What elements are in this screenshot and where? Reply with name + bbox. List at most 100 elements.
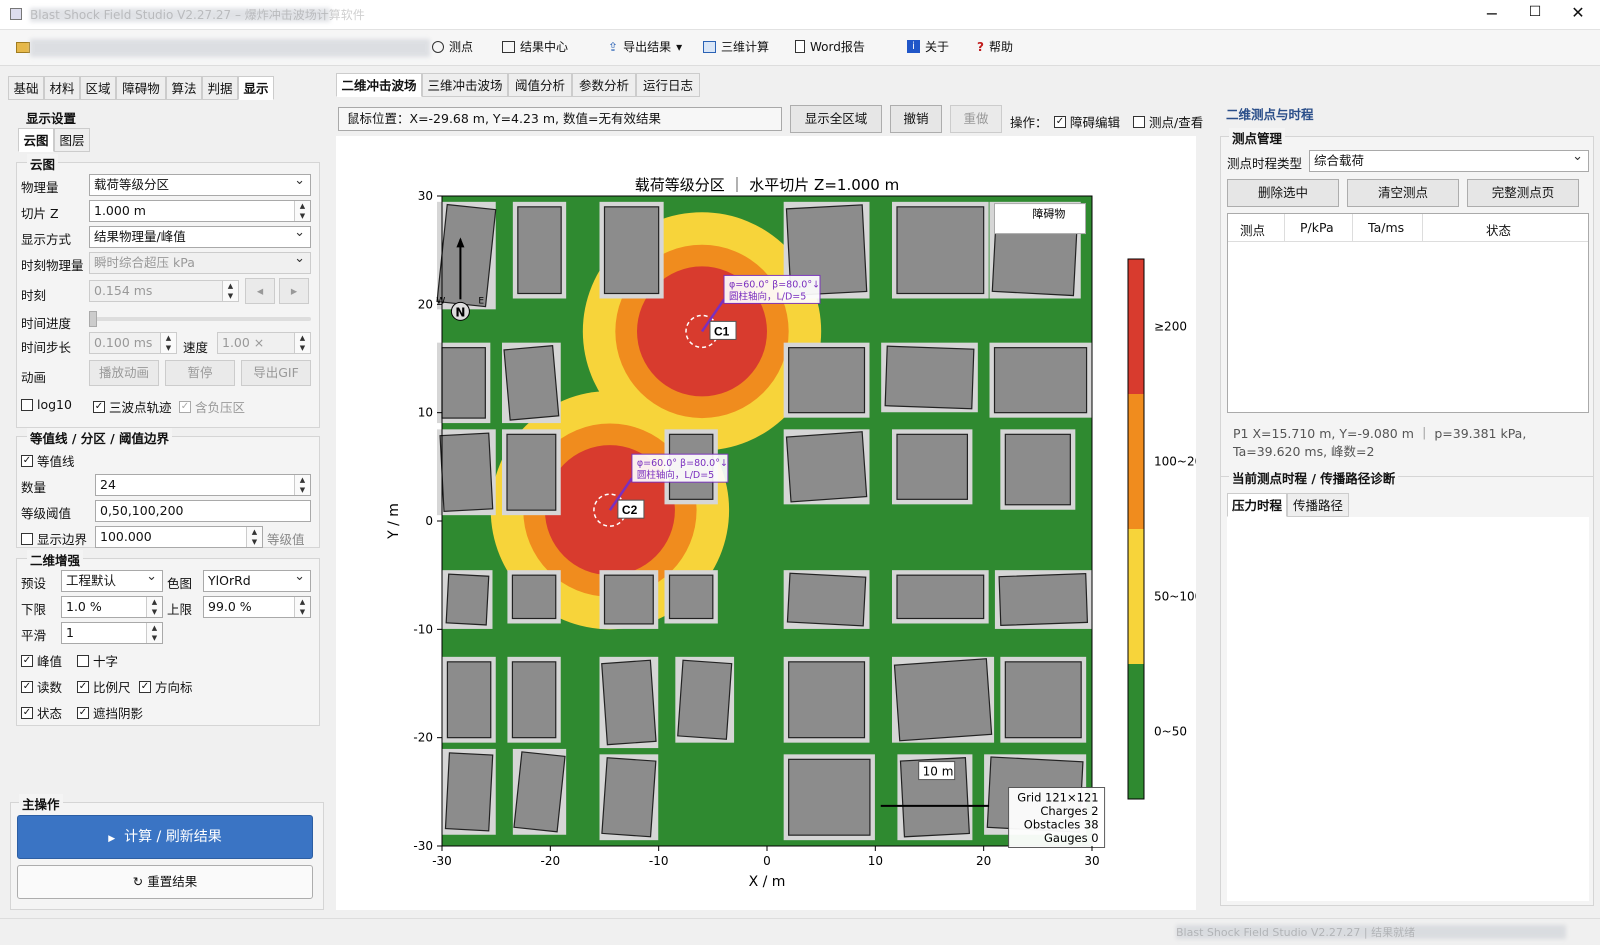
upper-input[interactable]: 99.0 % ▲ ▼: [203, 596, 311, 618]
close-button[interactable]: ✕: [1566, 3, 1590, 25]
lower-spinner[interactable]: ▲ ▼: [146, 597, 162, 617]
time-input[interactable]: 0.154 ms ▲ ▼: [89, 280, 239, 302]
upper-spinner[interactable]: ▲ ▼: [294, 597, 310, 617]
delete-selected-button[interactable]: 删除选中: [1227, 179, 1339, 207]
obstacle-14: [785, 431, 868, 503]
time-progress-slider[interactable]: [89, 311, 311, 327]
preset-select[interactable]: 工程默认: [61, 570, 163, 592]
next-frame-button[interactable]: ▸: [279, 278, 309, 304]
subtab-layers[interactable]: 图层: [54, 128, 90, 152]
reading-checkbox[interactable]: ✓ 读数: [21, 677, 62, 696]
contour-checkbox[interactable]: ✓ 等值线: [21, 451, 75, 470]
slice-label: 切片 Z: [21, 206, 59, 221]
shadow-checkbox[interactable]: ✓ 遮挡阴影: [77, 703, 143, 722]
toolbar-export-button[interactable]: ⇪ 导出结果 ▾: [608, 38, 682, 55]
step-spinner[interactable]: ▲ ▼: [160, 333, 176, 353]
gauge-table[interactable]: 测点 P/kPa Ta/ms 状态: [1227, 213, 1589, 413]
left-tab-0[interactable]: 基础: [8, 76, 44, 100]
y-axis-label: Y / m: [386, 503, 402, 540]
center-tab-0[interactable]: 二维冲击波场: [336, 73, 422, 97]
reset-button[interactable]: ↻ 重置结果: [17, 865, 313, 899]
toolbar-results-button[interactable]: 结果中心: [502, 38, 568, 55]
colorbar-label-3: 0~50: [1154, 725, 1187, 739]
play-animation-button[interactable]: 播放动画: [89, 360, 159, 386]
time-spinner[interactable]: ▲ ▼: [222, 281, 238, 301]
negative-checkbox[interactable]: ✓ 含负压区: [179, 397, 245, 416]
obstacle-27: [677, 659, 733, 740]
gauge-type-select[interactable]: 综合载荷: [1309, 150, 1589, 172]
x-tick-label-6: 30: [1084, 854, 1099, 868]
col-status[interactable]: 状态: [1486, 220, 1511, 239]
col-pressure[interactable]: P/kPa: [1300, 220, 1334, 235]
time-physics-select[interactable]: 瞬时综合超压 kPa: [89, 252, 311, 274]
toolbar-3d-button[interactable]: 三维计算: [703, 38, 769, 55]
toolbar-help-button[interactable]: ? 帮助: [977, 38, 1013, 55]
status-checkbox[interactable]: ✓ 状态: [21, 703, 62, 722]
count-spinner[interactable]: ▲ ▼: [294, 475, 310, 495]
export-gif-button[interactable]: 导出GIF: [241, 360, 311, 386]
log10-checkbox[interactable]: log10: [21, 397, 72, 412]
left-tab-2[interactable]: 区域: [80, 76, 116, 100]
compute-button[interactable]: ▶ 计算 / 刷新结果: [17, 815, 313, 859]
show-all-button[interactable]: 显示全区域: [790, 105, 882, 133]
lower-input[interactable]: 1.0 % ▲ ▼: [61, 596, 163, 618]
contour-group: 等值线 / 分区 / 阈值边界 ✓ 等值线 数量 24 ▲ ▼ 等级阈值 0,50,1…: [16, 428, 320, 548]
trail-checkbox[interactable]: ✓ 三波点轨迹: [93, 397, 172, 416]
obstacle-edit-checkbox[interactable]: ✓ 障碍编辑: [1054, 112, 1120, 131]
main-ops-group: 主操作 ▶ 计算 / 刷新结果 ↻ 重置结果: [10, 794, 324, 910]
peak-checkbox[interactable]: ✓ 峰值: [21, 651, 62, 670]
slider-handle[interactable]: [89, 311, 97, 327]
smooth-input[interactable]: 1 ▲ ▼: [61, 622, 163, 644]
step-input[interactable]: 0.100 ms ▲ ▼: [89, 332, 177, 354]
left-tab-4[interactable]: 算法: [166, 76, 202, 100]
maximize-button[interactable]: ☐: [1523, 4, 1547, 26]
threshold-input[interactable]: 0,50,100,200: [95, 500, 311, 522]
slice-z-input[interactable]: 1.000 m ▲ ▼: [89, 200, 311, 222]
center-tab-2[interactable]: 阈值分析: [508, 73, 572, 97]
left-tab-1[interactable]: 材料: [44, 76, 80, 100]
redo-button[interactable]: 重做: [950, 105, 1002, 133]
contour-count-input[interactable]: 24 ▲ ▼: [95, 474, 311, 496]
toolbar-gauge-button[interactable]: 测点: [432, 38, 473, 55]
center-tab-1[interactable]: 三维冲击波场: [422, 73, 508, 97]
obstacle-1: [517, 206, 562, 295]
clear-gauges-button[interactable]: 清空测点: [1347, 179, 1459, 207]
show-border-checkbox[interactable]: 显示边界: [21, 529, 87, 548]
left-tab-6[interactable]: 显示: [238, 76, 274, 100]
full-gauge-page-button[interactable]: 完整测点页: [1467, 179, 1579, 207]
undo-button[interactable]: 撤销: [890, 105, 942, 133]
tab-propagation-path[interactable]: 传播路径: [1287, 493, 1349, 517]
smooth-spinner[interactable]: ▲ ▼: [146, 623, 162, 643]
toolbar-word-button[interactable]: Word报告: [795, 38, 865, 55]
gauge-view-checkbox[interactable]: 测点/查看: [1133, 112, 1203, 131]
obstacle-18: [511, 574, 557, 620]
left-tab-5[interactable]: 判据: [202, 76, 238, 100]
col-arrival[interactable]: Ta/ms: [1368, 220, 1404, 235]
heatmap-chart[interactable]: C1φ=60.0° β=80.0°↓圆柱轴向，L/D=5C2φ=60.0° β=…: [336, 136, 1221, 910]
pause-button[interactable]: 暂停: [165, 360, 235, 386]
mode-select[interactable]: 结果物理量/峰值: [89, 226, 311, 248]
cross-checkbox[interactable]: 十字: [77, 651, 118, 670]
toolbar-about-button[interactable]: i 关于: [907, 38, 949, 55]
physics-select[interactable]: 载荷等级分区: [89, 174, 311, 196]
subtab-cloud[interactable]: 云图: [18, 128, 54, 152]
gauge-type-label: 测点时程类型: [1227, 156, 1303, 171]
scale-checkbox[interactable]: ✓ 比例尺: [77, 677, 131, 696]
border-spinner[interactable]: ▲ ▼: [246, 527, 262, 547]
slice-spinner[interactable]: ▲ ▼: [294, 201, 310, 221]
compass-checkbox[interactable]: ✓ 方向标: [139, 677, 193, 696]
border-value-input[interactable]: 100.000 ▲ ▼: [95, 526, 263, 548]
tab-pressure-history[interactable]: 压力时程: [1227, 493, 1287, 517]
level-value-button[interactable]: 等级值: [267, 529, 305, 548]
history-group: 当前测点时程 / 传播路径诊断 压力时程 传播路径: [1220, 468, 1594, 906]
minimize-button[interactable]: −: [1480, 4, 1504, 26]
folder-icon[interactable]: [16, 42, 30, 53]
center-tab-3[interactable]: 参数分析: [572, 73, 636, 97]
col-gauge[interactable]: 测点: [1240, 220, 1265, 239]
center-tab-4[interactable]: 运行日志: [636, 73, 700, 97]
colormap-select[interactable]: YlOrRd: [203, 570, 311, 592]
left-tab-3[interactable]: 障碍物: [116, 76, 166, 100]
prev-frame-button[interactable]: ◂: [245, 278, 275, 304]
speed-input[interactable]: 1.00 × ▲ ▼: [217, 332, 311, 354]
speed-spinner[interactable]: ▲ ▼: [294, 333, 310, 353]
